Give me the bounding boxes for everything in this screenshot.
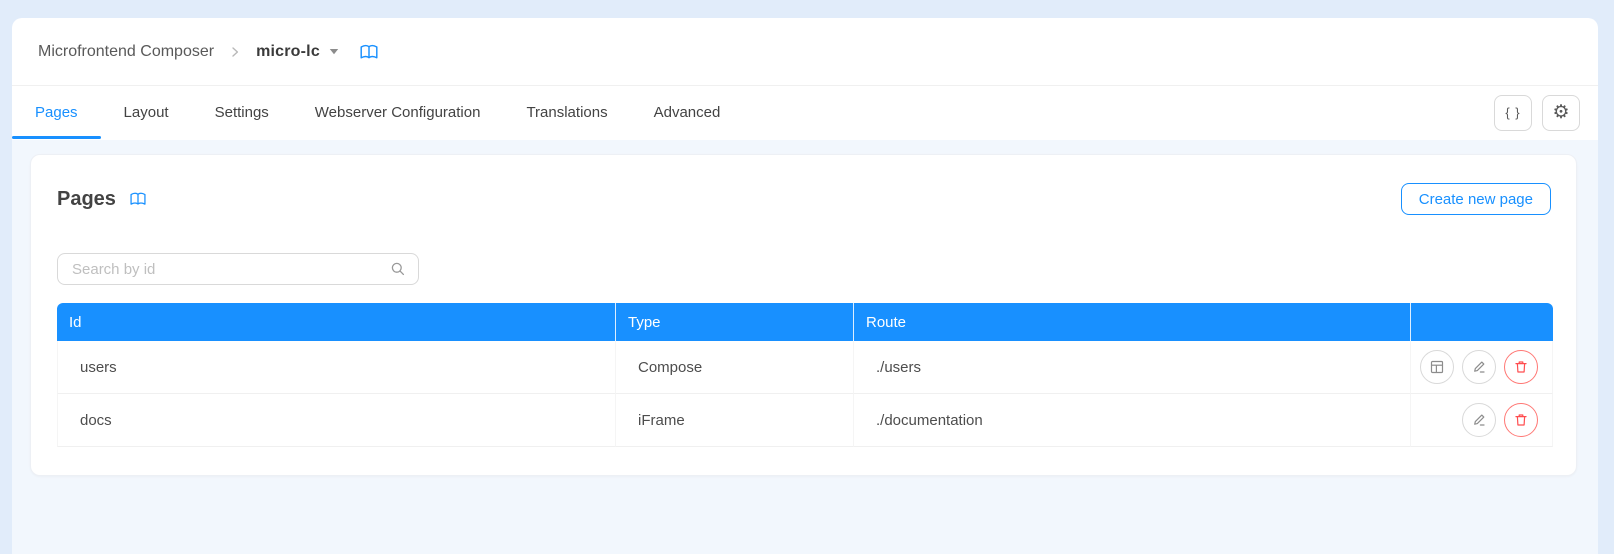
- cell-page-type: iFrame: [616, 394, 854, 447]
- column-header-route: Route: [854, 303, 1411, 341]
- tab-bar-actions: { } ⚙: [1494, 86, 1580, 139]
- edit-page-button[interactable]: [1462, 403, 1496, 437]
- gear-icon: ⚙: [1552, 102, 1570, 123]
- search-input[interactable]: [70, 259, 390, 279]
- search-box: [57, 253, 419, 285]
- documentation-book-icon[interactable]: [359, 43, 379, 61]
- pages-table: Id Type Route users Compose ./users docs…: [57, 303, 1553, 447]
- table-row: users Compose ./users: [57, 341, 1553, 394]
- table-row: docs iFrame ./documentation: [57, 394, 1553, 447]
- trash-icon: [1513, 359, 1529, 375]
- tab-advanced[interactable]: Advanced: [631, 86, 744, 139]
- breadcrumb-chevron-icon: [228, 45, 242, 59]
- search-icon: [390, 261, 406, 277]
- column-header-actions: [1411, 303, 1553, 341]
- pages-card-header: Pages Create new page: [57, 181, 1551, 217]
- pages-docs-book-icon[interactable]: [129, 191, 147, 207]
- delete-page-button[interactable]: [1504, 403, 1538, 437]
- delete-page-button[interactable]: [1504, 350, 1538, 384]
- app-header: Microfrontend Composer micro-lc Pages La…: [12, 18, 1598, 140]
- column-header-type: Type: [616, 303, 854, 341]
- tab-layout[interactable]: Layout: [101, 86, 192, 139]
- pages-card: Pages Create new page Search by id Id Ty…: [30, 154, 1577, 476]
- cell-page-route: ./documentation: [854, 394, 1411, 447]
- settings-gear-button[interactable]: ⚙: [1542, 94, 1580, 131]
- cell-page-route: ./users: [854, 341, 1411, 394]
- page-title: Pages: [57, 187, 116, 210]
- tab-bar: Pages Layout Settings Webserver Configur…: [12, 86, 1598, 139]
- breadcrumb: Microfrontend Composer micro-lc: [12, 18, 1598, 86]
- compose-layout-button[interactable]: [1420, 350, 1454, 384]
- column-header-id: Id: [57, 303, 616, 341]
- tab-settings[interactable]: Settings: [192, 86, 292, 139]
- layout-icon: [1429, 359, 1445, 375]
- trash-icon: [1513, 412, 1529, 428]
- json-editor-button[interactable]: { }: [1494, 94, 1532, 131]
- tab-translations[interactable]: Translations: [503, 86, 630, 139]
- cell-page-id: docs: [57, 394, 616, 447]
- breadcrumb-app-title[interactable]: Microfrontend Composer: [38, 43, 214, 61]
- tab-pages[interactable]: Pages: [12, 86, 101, 139]
- content-area: Pages Create new page Search by id Id Ty…: [12, 140, 1598, 554]
- project-dropdown-caret-icon[interactable]: [329, 48, 339, 55]
- edit-pencil-icon: [1471, 412, 1487, 428]
- tab-webserver-configuration[interactable]: Webserver Configuration: [292, 86, 504, 139]
- cell-actions: [1411, 394, 1553, 447]
- breadcrumb-project-name[interactable]: micro-lc: [256, 43, 320, 61]
- cell-page-id: users: [57, 341, 616, 394]
- cell-page-type: Compose: [616, 341, 854, 394]
- create-new-page-button[interactable]: Create new page: [1400, 183, 1551, 215]
- cell-actions: [1411, 341, 1553, 394]
- table-header-row: Id Type Route: [57, 303, 1553, 341]
- edit-page-button[interactable]: [1462, 350, 1496, 384]
- edit-pencil-icon: [1471, 359, 1487, 375]
- app-container: Microfrontend Composer micro-lc Pages La…: [12, 18, 1598, 554]
